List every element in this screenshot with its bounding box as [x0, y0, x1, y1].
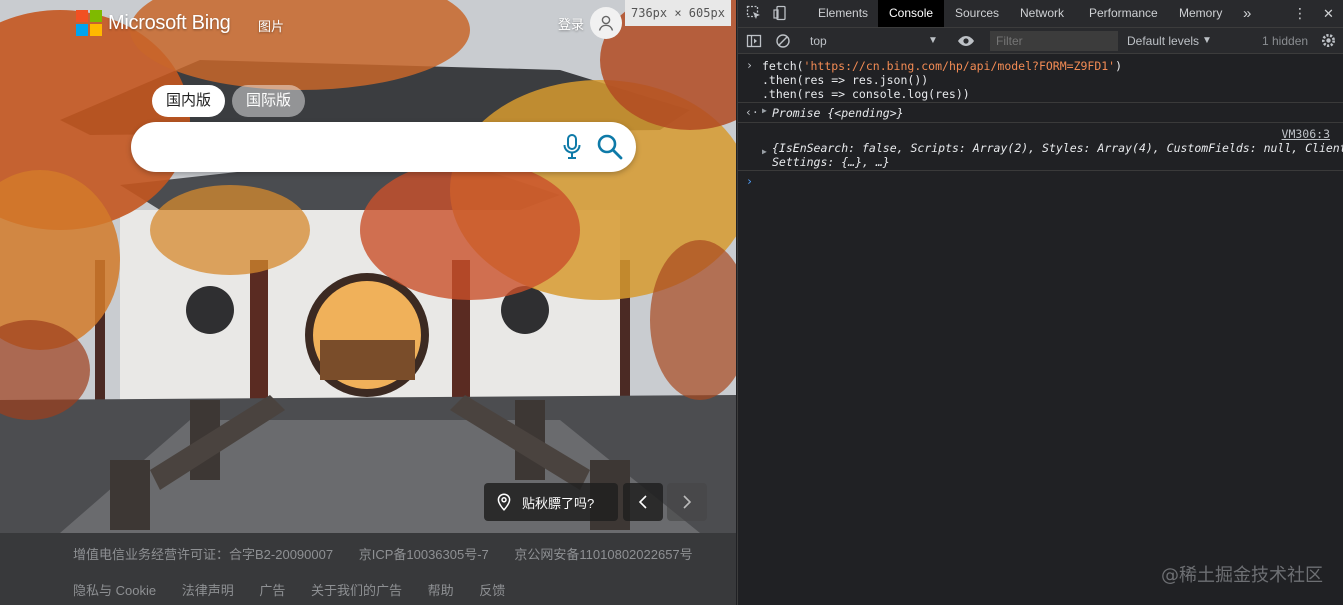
sidebar-toggle-icon[interactable] [746, 33, 762, 54]
console-toolbar: top ▼ Default levels ▼ 1 hidden [738, 28, 1343, 54]
location-pin-icon [497, 493, 511, 511]
scenery-illustration [0, 0, 736, 533]
log-levels-dropdown[interactable]: Default levels [1127, 28, 1199, 54]
result-arrow-icon: ‹· [745, 105, 759, 119]
bing-page: Microsoft Bing 图片 登录 736px × 605px 国内版 国… [0, 0, 736, 605]
console-log-entry: VM306:3 ▶ {IsEnSearch: false, Scripts: A… [738, 123, 1343, 171]
icp-link[interactable]: 京ICP备10036305号-7 [359, 547, 489, 562]
logo-text: Microsoft Bing [108, 11, 231, 34]
footer-links-row: 隐私与 Cookie 法律声明 广告 关于我们的广告 帮助 反馈 [73, 580, 527, 599]
context-dropdown-icon[interactable]: ▼ [928, 28, 938, 54]
tab-console[interactable]: Console [878, 0, 945, 27]
footer-license-row: 增值电信业务经营许可证：合字B2-20090007 京ICP备10036305号… [73, 544, 715, 563]
devtools-panel: Elements Console Sources Network Perform… [737, 0, 1343, 605]
police-record-link[interactable]: 京公网安备11010802022657号 [514, 547, 692, 562]
context-selector[interactable]: top [810, 28, 827, 54]
more-tabs-icon[interactable]: » [1243, 0, 1251, 27]
bing-logo[interactable]: Microsoft Bing [76, 10, 231, 36]
tab-memory[interactable]: Memory [1179, 0, 1222, 27]
close-icon[interactable]: ✕ [1323, 0, 1334, 27]
chevron-left-icon [638, 495, 647, 509]
console-result-entry: ‹· ▶ Promise {<pending>} [738, 103, 1343, 123]
expand-object-icon[interactable]: ▶ [762, 147, 767, 156]
image-caption[interactable]: 贴秋膘了吗? [484, 483, 618, 521]
prompt-caret-icon: › [746, 174, 753, 188]
watermark: @稀土掘金技术社区 [1161, 565, 1323, 586]
expand-triangle-icon[interactable]: ▶ [762, 106, 767, 115]
search-box[interactable] [131, 122, 636, 172]
tab-performance[interactable]: Performance [1089, 0, 1158, 27]
footer-link-privacy[interactable]: 隐私与 Cookie [73, 583, 156, 598]
tab-network[interactable]: Network [1020, 0, 1064, 27]
input-prompt-icon: › [746, 58, 753, 72]
search-input[interactable] [151, 132, 551, 162]
clear-console-icon[interactable] [775, 33, 791, 54]
caption-text: 贴秋膘了吗? [522, 495, 595, 511]
tab-domestic[interactable]: 国内版 [152, 85, 226, 117]
chevron-right-icon [683, 495, 692, 509]
source-link[interactable]: VM306:3 [1282, 127, 1330, 141]
microsoft-logo-icon [76, 10, 102, 36]
filter-input[interactable] [990, 31, 1118, 51]
search-icon[interactable] [596, 133, 624, 166]
footer: 增值电信业务经营许可证：合字B2-20090007 京ICP备10036305号… [0, 533, 736, 605]
live-expression-eye-icon[interactable] [957, 34, 975, 53]
tab-sources[interactable]: Sources [955, 0, 999, 27]
footer-link-about-ads[interactable]: 关于我们的广告 [311, 583, 402, 598]
viewport-size-tag: 736px × 605px [625, 0, 731, 26]
footer-link-ads[interactable]: 广告 [259, 583, 285, 598]
microphone-icon[interactable] [562, 134, 582, 165]
log-object-line-2[interactable]: Settings: {…}, …} [772, 155, 890, 169]
nav-images-link[interactable]: 图片 [258, 16, 284, 35]
levels-dropdown-icon[interactable]: ▼ [1202, 28, 1212, 54]
console-input-entry: › fetch('https://cn.bing.com/hp/api/mode… [738, 55, 1343, 103]
user-avatar-icon[interactable] [590, 7, 622, 39]
gear-icon[interactable] [1320, 32, 1337, 54]
promise-result[interactable]: Promise {<pending>} [772, 106, 904, 120]
console-prompt[interactable]: › [738, 173, 1343, 191]
tab-elements[interactable]: Elements [818, 0, 868, 27]
log-object-line-1[interactable]: {IsEnSearch: false, Scripts: Array(2), S… [772, 141, 1343, 155]
footer-link-help[interactable]: 帮助 [428, 583, 454, 598]
next-image-button[interactable] [667, 483, 707, 521]
hidden-count: 1 hidden [1262, 34, 1309, 48]
device-toolbar-icon[interactable] [773, 5, 789, 26]
inspect-element-icon[interactable] [746, 5, 762, 26]
code-line-3: .then(res => console.log(res)) [762, 87, 970, 101]
code-line-2: .then(res => res.json()) [762, 73, 929, 87]
kebab-menu-icon[interactable]: ⋮ [1293, 0, 1307, 27]
previous-image-button[interactable] [623, 483, 663, 521]
tab-international[interactable]: 国际版 [232, 85, 306, 117]
console-output: › fetch('https://cn.bing.com/hp/api/mode… [738, 55, 1343, 605]
devtools-tab-bar: Elements Console Sources Network Perform… [738, 0, 1343, 28]
footer-link-legal[interactable]: 法律声明 [182, 583, 234, 598]
license-text: 增值电信业务经营许可证：合字B2-20090007 [73, 547, 334, 562]
code-line-1: fetch('https://cn.bing.com/hp/api/model?… [762, 59, 1123, 73]
signin-link[interactable]: 登录 [558, 14, 584, 33]
background-image: Microsoft Bing 图片 登录 736px × 605px 国内版 国… [0, 0, 736, 533]
footer-link-feedback[interactable]: 反馈 [479, 583, 505, 598]
